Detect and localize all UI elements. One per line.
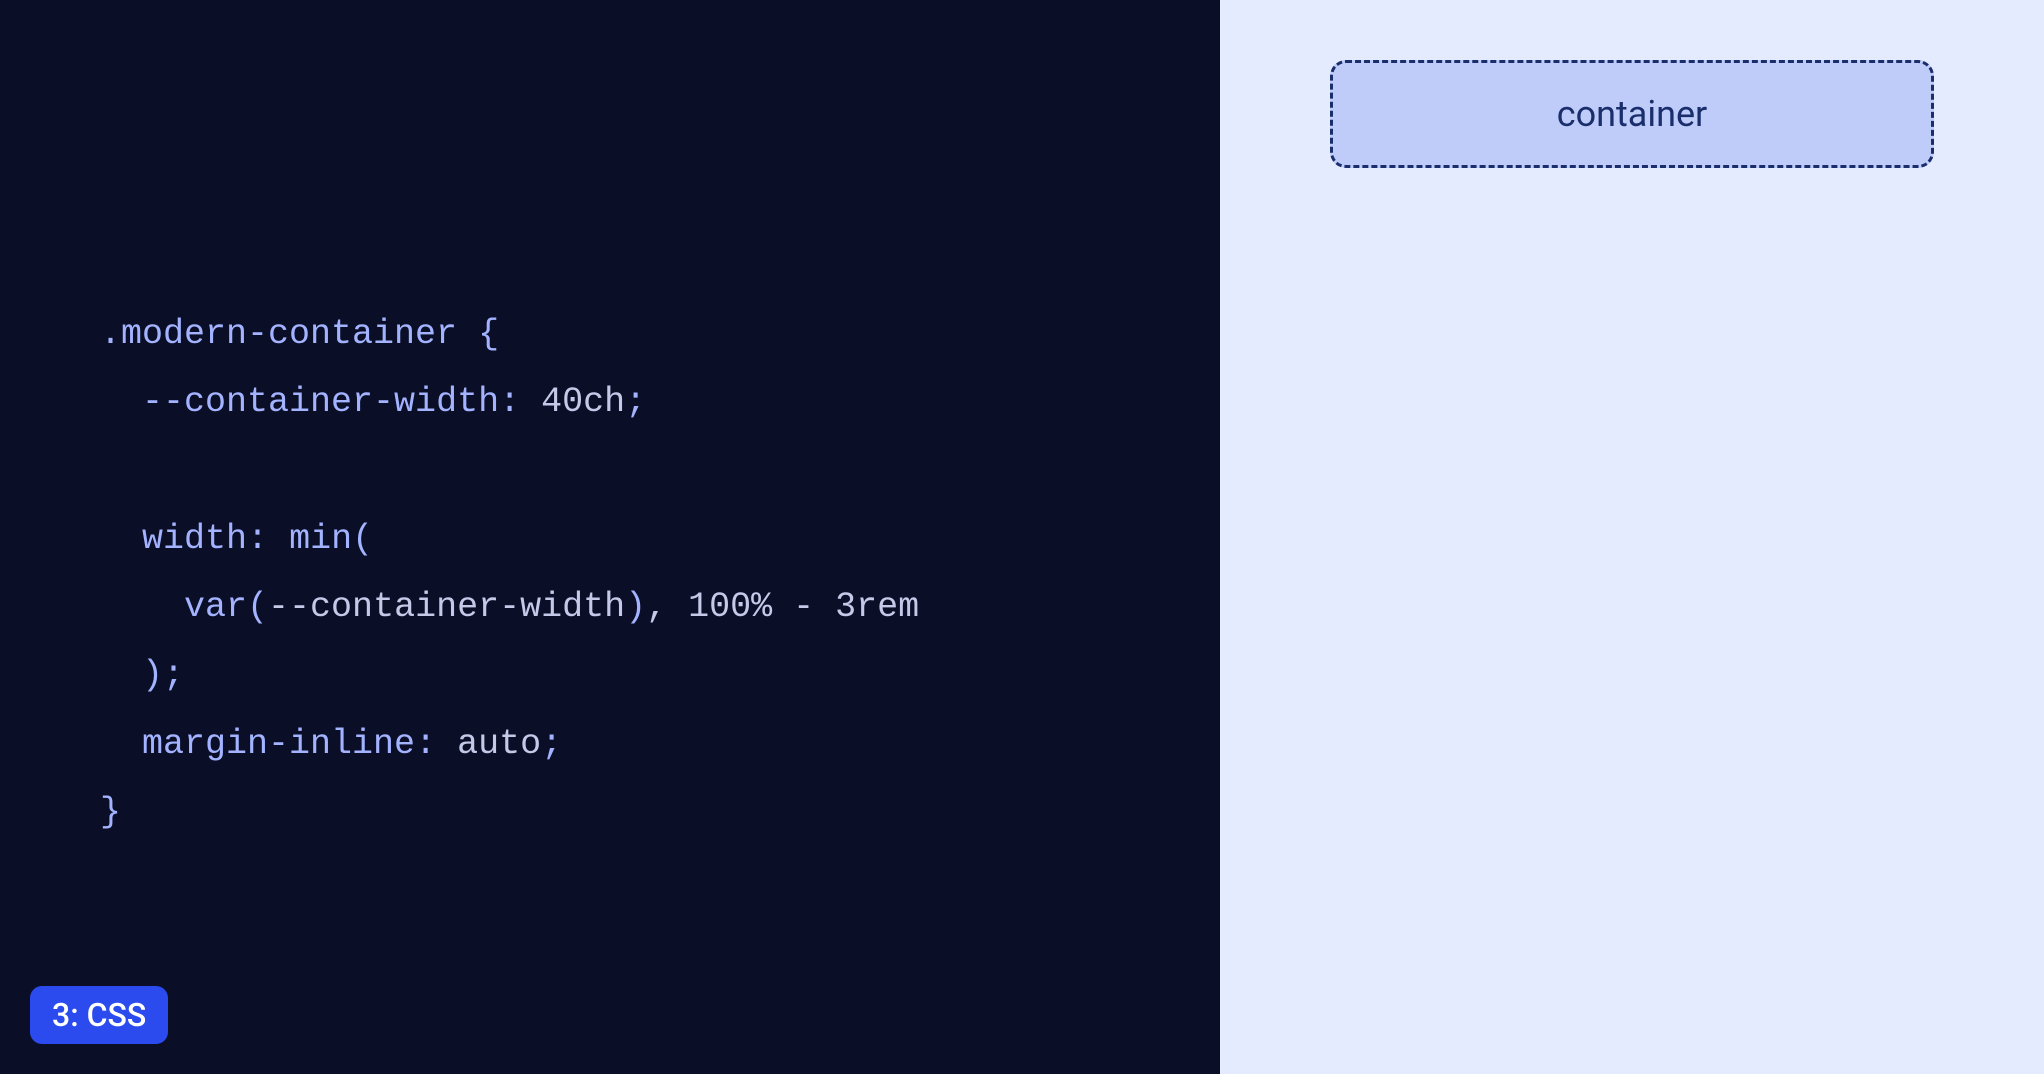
step-badge: 3: CSS <box>30 986 168 1044</box>
code-func: var <box>184 587 247 627</box>
code-colon: : <box>415 724 457 764</box>
code-value: 100% - 3rem <box>688 587 919 627</box>
code-colon: : <box>499 382 541 422</box>
code-indent <box>100 724 142 764</box>
code-property: width <box>142 519 247 559</box>
code-indent <box>100 655 142 695</box>
code-semicolon: ; <box>625 382 646 422</box>
code-colon: : <box>247 519 289 559</box>
code-selector: .modern-container <box>100 314 457 354</box>
code-comma: , <box>646 587 688 627</box>
code-var: --container-width <box>268 587 625 627</box>
code-block: .modern-container { --container-width: 4… <box>100 300 1120 846</box>
container-preview-box: container <box>1330 60 1934 168</box>
code-paren: ) <box>625 587 646 627</box>
code-property: margin-inline <box>142 724 415 764</box>
code-value: auto <box>457 724 541 764</box>
code-func: min <box>289 519 352 559</box>
code-semicolon: ; <box>541 724 562 764</box>
code-semicolon: ; <box>163 655 184 695</box>
code-indent <box>100 382 142 422</box>
code-paren: ( <box>247 587 268 627</box>
code-indent <box>100 587 184 627</box>
preview-panel: container <box>1220 0 2044 1074</box>
code-value: 40ch <box>541 382 625 422</box>
code-paren: ) <box>142 655 163 695</box>
code-brace: { <box>457 314 499 354</box>
code-paren: ( <box>352 519 373 559</box>
code-property: --container-width <box>142 382 499 422</box>
code-indent <box>100 519 142 559</box>
code-editor-panel: .modern-container { --container-width: 4… <box>0 0 1220 1074</box>
code-brace: } <box>100 792 121 832</box>
